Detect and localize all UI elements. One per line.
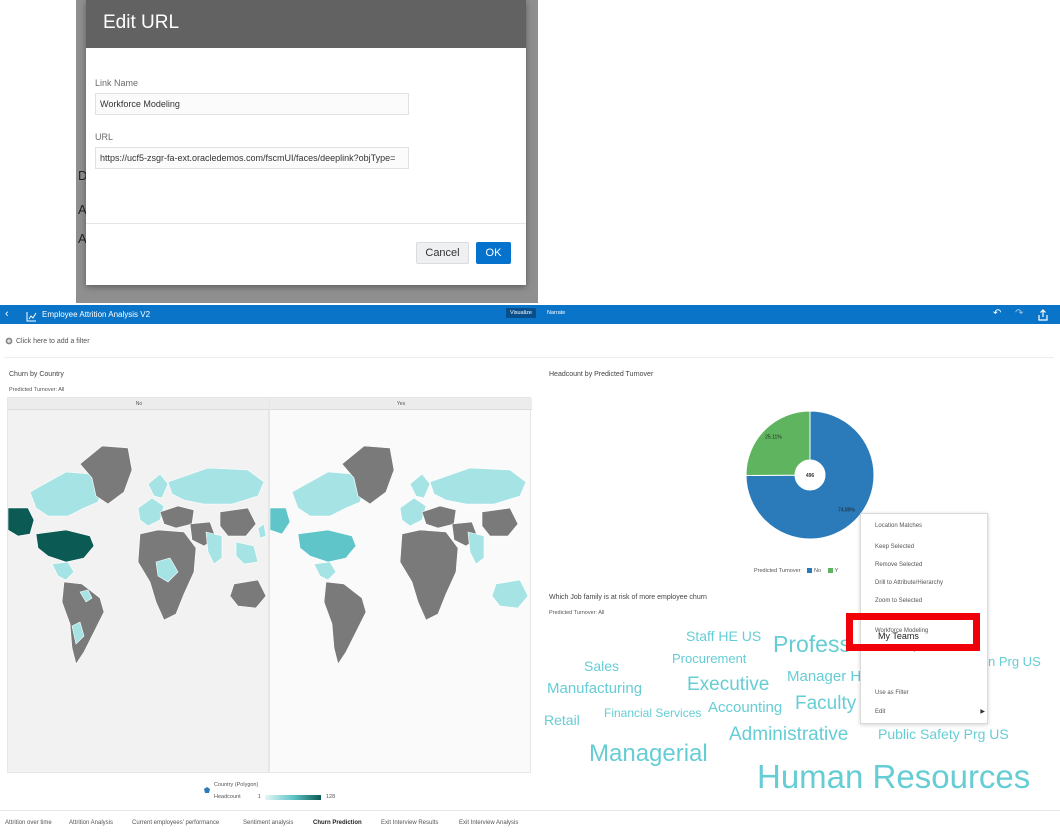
dialog-screenshot-region: Da An An Edit URL Link Name Workforce Mo… — [0, 0, 1060, 303]
word-cloud-term[interactable]: Administrative — [729, 725, 848, 744]
legend-label-no: No — [814, 568, 822, 574]
word-cloud-term[interactable]: Manufacturing — [547, 681, 642, 696]
cloud-panel-filter: Predicted Turnover: All — [549, 610, 605, 616]
word-cloud-term[interactable]: Faculty — [795, 694, 856, 713]
tab-narrate[interactable]: Narrate — [547, 310, 565, 316]
polygon-legend-icon — [203, 781, 211, 799]
cloud-panel-title: Which Job family is at risk of more empl… — [549, 594, 707, 601]
map-panel-title: Churn by Country — [9, 371, 64, 378]
chart-icon — [26, 309, 37, 327]
word-cloud-term[interactable]: Accounting — [708, 700, 782, 715]
legend-swatch-yes — [827, 568, 833, 574]
word-cloud-term[interactable]: Procurement — [672, 652, 746, 665]
link-name-label: Link Name — [95, 78, 139, 88]
legend-label-yes: Y — [834, 568, 839, 574]
headcount-donut-chart[interactable]: 74.89% 25.11% 496 — [745, 410, 875, 540]
map-legend-min: 1 — [258, 794, 262, 800]
project-title: Employee Attrition Analysis V2 — [42, 310, 151, 319]
map-legend-measure: Headcount — [214, 794, 241, 800]
tab-attrition-analysis[interactable]: Attrition Analysis — [69, 820, 113, 826]
menu-item-edit-label: Edit — [875, 709, 886, 715]
filter-bar: Click here to add a filter — [0, 336, 1060, 358]
tab-sentiment-analysis[interactable]: Sentiment analysis — [243, 820, 293, 826]
word-cloud-term[interactable]: Profess — [773, 633, 851, 656]
menu-item-edit[interactable]: Edit ▶ — [861, 703, 989, 721]
map-panel-filter: Predicted Turnover: All — [9, 387, 65, 393]
churn-map[interactable]: No Yes — [7, 397, 532, 773]
back-icon[interactable]: ‹ — [5, 308, 9, 320]
donut-data-label: 74.89% — [838, 507, 856, 513]
word-cloud-term[interactable]: Executive — [687, 675, 769, 694]
map-column-yes[interactable]: Yes — [269, 397, 532, 773]
filter-divider — [4, 357, 1054, 358]
word-cloud-term[interactable]: Staff HE US — [686, 629, 761, 643]
add-filter-prompt[interactable]: Click here to add a filter — [16, 338, 90, 345]
legend-swatch-no — [807, 568, 812, 574]
world-map-no[interactable] — [8, 412, 270, 772]
ok-button[interactable]: OK — [476, 242, 511, 264]
share-icon[interactable] — [1037, 308, 1049, 326]
donut-legend-title: Predicted Turnover — [754, 568, 801, 574]
word-cloud-term[interactable]: Sales — [584, 659, 619, 673]
map-legend-gradient — [265, 795, 321, 800]
donut-panel-title: Headcount by Predicted Turnover — [549, 371, 654, 378]
dialog-title: Edit URL — [86, 0, 526, 48]
link-name-input[interactable]: Workforce Modeling — [95, 93, 409, 115]
menu-item-zoom-selected[interactable]: Zoom to Selected — [861, 592, 989, 610]
submenu-arrow-icon: ▶ — [980, 709, 985, 715]
tab-attrition-over-time[interactable]: Attrition over time — [5, 820, 52, 826]
donut-center-label: 496 — [806, 473, 815, 479]
word-cloud-term[interactable]: Human Resources — [757, 760, 1030, 793]
tab-exit-interview-analysis[interactable]: Exit Interview Analysis — [459, 820, 518, 826]
map-column-no[interactable]: No — [7, 397, 270, 773]
menu-item-drill[interactable]: Drill to Attribute/Hierarchy — [861, 574, 989, 592]
dialog-divider — [86, 223, 526, 224]
donut-svg[interactable]: 74.89% 25.11% 496 — [745, 410, 875, 540]
word-cloud-term[interactable]: Financial Services — [604, 707, 701, 719]
app-header-bar: ‹ Employee Attrition Analysis V2 Visuali… — [0, 305, 1060, 324]
menu-item-my-teams[interactable]: My Teams — [878, 631, 919, 641]
tab-visualize[interactable]: Visualize — [506, 308, 536, 318]
word-cloud-term[interactable]: Retail — [544, 713, 580, 727]
world-map-yes[interactable] — [270, 412, 532, 772]
word-cloud-term[interactable]: Manager H — [787, 669, 861, 684]
map-column-header: No — [8, 398, 270, 410]
add-filter-icon[interactable] — [5, 337, 13, 347]
canvas-tabs: Attrition over time Attrition Analysis C… — [0, 810, 1060, 833]
cancel-button[interactable]: Cancel — [416, 242, 469, 264]
menu-item-keep-selected[interactable]: Keep Selected — [861, 538, 989, 556]
word-cloud-term[interactable]: Public Safety Prg US — [878, 727, 1009, 741]
map-column-header: Yes — [270, 398, 532, 410]
word-cloud-term[interactable]: Managerial — [589, 742, 708, 766]
edit-url-dialog: Edit URL Link Name Workforce Modeling UR… — [86, 0, 526, 285]
donut-data-label: 25.11% — [765, 435, 782, 441]
tab-churn-prediction[interactable]: Churn Prediction — [313, 820, 362, 826]
menu-item-location-matches[interactable]: Location Matches — [861, 517, 989, 535]
tab-exit-interview-results[interactable]: Exit Interview Results — [381, 820, 438, 826]
donut-legend: Predicted Turnover No Y — [754, 568, 838, 574]
map-legend-max: 128 — [326, 794, 336, 800]
menu-item-use-as-filter[interactable]: Use as Filter — [861, 684, 989, 702]
url-input[interactable]: https://ucf5-zsgr-fa-ext.oracledemos.com… — [95, 147, 409, 169]
url-label: URL — [95, 132, 114, 142]
map-legend-title: Country (Polygon) — [214, 782, 259, 788]
undo-icon[interactable]: ↶ — [993, 308, 1001, 319]
menu-item-remove-selected[interactable]: Remove Selected — [861, 556, 989, 574]
word-cloud-term[interactable]: n Prg US — [988, 655, 1041, 668]
tab-current-performance[interactable]: Current employees' performance — [132, 820, 219, 826]
redo-icon[interactable]: ↷ — [1015, 308, 1023, 319]
